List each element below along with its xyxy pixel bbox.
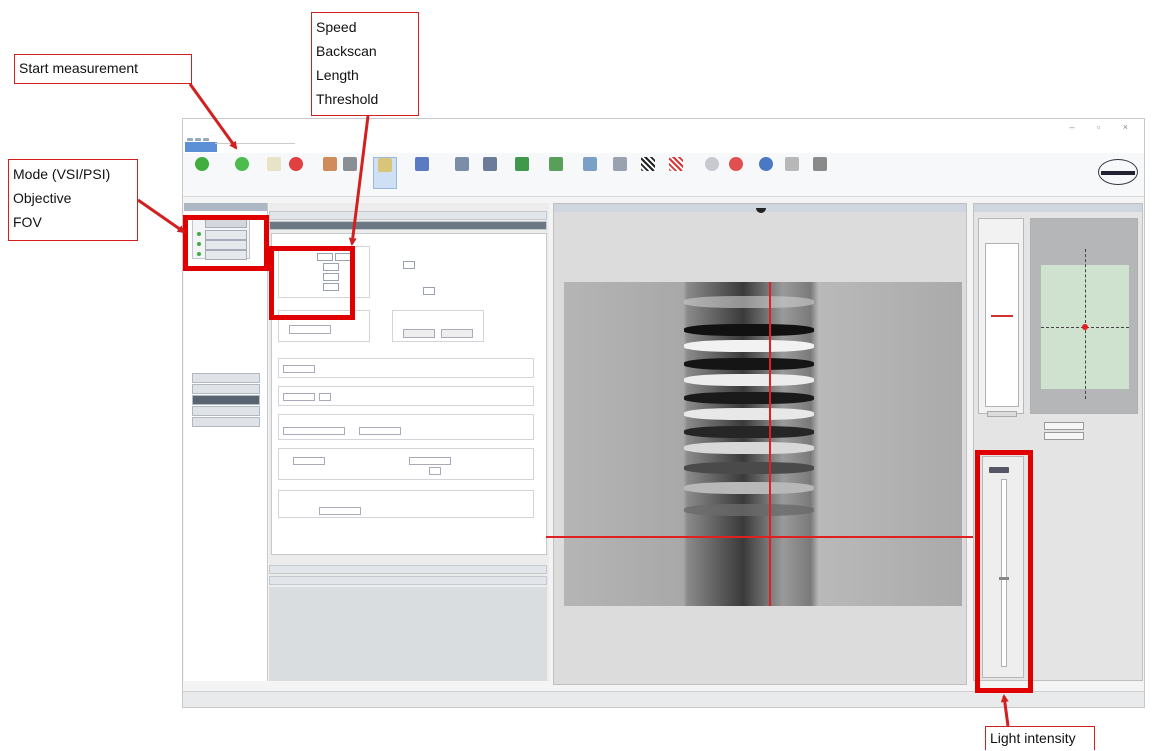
light-intensity-arrow: [1000, 694, 1010, 727]
speed-arrow: [348, 115, 370, 246]
callout-arrows: [137, 83, 1010, 727]
mode-arrow: [137, 198, 186, 234]
start-measurement-arrow: [188, 83, 238, 150]
